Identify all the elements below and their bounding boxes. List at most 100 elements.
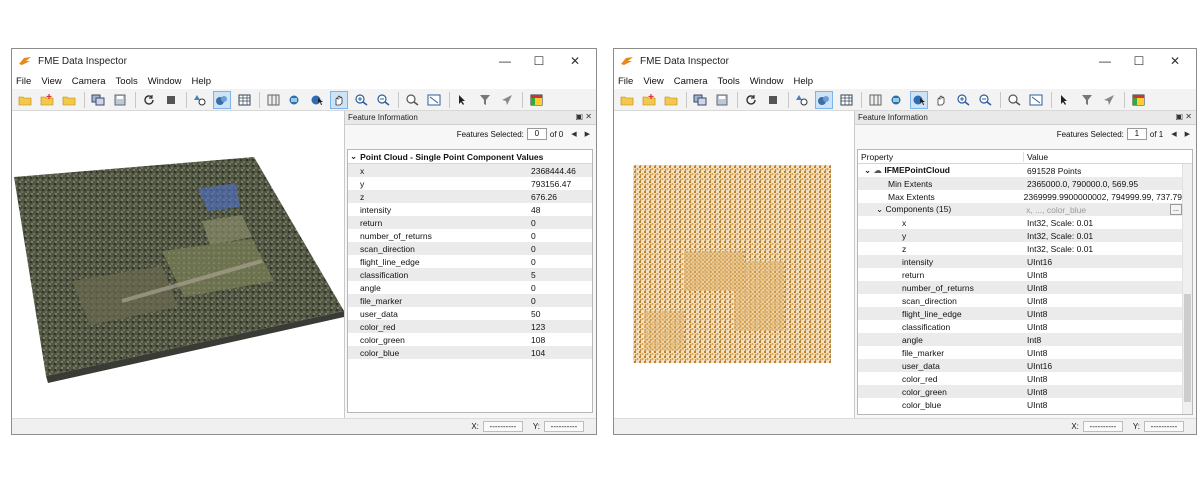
scrollbar-thumb[interactable] [1184,294,1191,402]
folder-icon[interactable] [60,91,78,109]
table-row[interactable]: user_data UInt16 [858,359,1182,372]
table-view-icon[interactable] [235,91,253,109]
table-row[interactable]: color_red 123 [348,320,592,333]
table-row[interactable]: classification UInt8 [858,320,1182,333]
save-view-icon[interactable] [713,91,731,109]
col-value-header[interactable]: Value [1024,152,1048,162]
pointer-icon[interactable] [454,91,472,109]
refresh-icon[interactable] [140,91,158,109]
table-row[interactable]: x Int32, Scale: 0.01 [858,216,1182,229]
zoom-extents-icon[interactable] [1027,91,1045,109]
columns-icon[interactable] [264,91,282,109]
pointer-icon[interactable] [1056,91,1074,109]
folder-icon[interactable] [662,91,680,109]
open-folder-icon[interactable] [618,91,636,109]
open-folder-icon[interactable] [16,91,34,109]
table-row[interactable]: scan_direction 0 [348,242,592,255]
navigate-icon[interactable] [1100,91,1118,109]
map-view-2d[interactable] [614,111,854,419]
table-row[interactable]: user_data 50 [348,307,592,320]
table-row[interactable]: return UInt8 [858,268,1182,281]
next-feature-icon[interactable]: ▶ [585,130,590,138]
table-row[interactable]: file_marker UInt8 [858,346,1182,359]
refresh-icon[interactable] [742,91,760,109]
select-tool-icon[interactable] [308,91,326,109]
components-edit-button[interactable]: ... [1170,204,1182,215]
table-row[interactable]: z 676.26 [348,190,592,203]
stop-icon[interactable] [764,91,782,109]
root-feature-row[interactable]: ⌄ ☁ IFMEPointCloud 691528 Points [858,164,1182,177]
menu-view[interactable]: View [643,76,663,87]
table-row[interactable]: number_of_returns 0 [348,229,592,242]
components-row[interactable]: ⌄ Components (15) x, ..., color_blue ... [858,203,1182,216]
table-row[interactable]: z Int32, Scale: 0.01 [858,242,1182,255]
minimize-button[interactable]: — [1088,49,1122,73]
menu-tools[interactable]: Tools [116,76,138,87]
map-view-3d[interactable] [12,111,344,419]
stop-icon[interactable] [162,91,180,109]
table-row[interactable]: y 793156.47 [348,177,592,190]
filter-icon[interactable] [1078,91,1096,109]
panel-float-close-icons[interactable]: ▣ ✕ [1176,112,1192,121]
select-tool-icon[interactable] [910,90,928,109]
pan-hand-icon[interactable] [932,91,950,109]
minimize-button[interactable]: — [488,49,522,73]
prev-feature-icon[interactable]: ◀ [1171,130,1176,138]
table-row[interactable]: return 0 [348,216,592,229]
maximize-button[interactable]: ☐ [1122,49,1156,73]
render-style-icon[interactable] [213,90,231,109]
table-row[interactable]: color_blue 104 [348,346,592,359]
table-row[interactable]: x 2368444.46 [348,164,592,177]
menu-tools[interactable]: Tools [718,76,740,87]
next-feature-icon[interactable]: ▶ [1185,130,1190,138]
menu-help[interactable]: Help [794,76,814,87]
filter-icon[interactable] [476,91,494,109]
3d-view-icon[interactable] [286,91,304,109]
min-extents-row[interactable]: Min Extents 2365000.0, 790000.0, 569.95 [858,177,1182,190]
menu-camera[interactable]: Camera [72,76,106,87]
table-row[interactable]: y Int32, Scale: 0.01 [858,229,1182,242]
menu-file[interactable]: File [16,76,31,87]
color-grid-icon[interactable] [527,91,545,109]
prev-feature-icon[interactable]: ◀ [571,130,576,138]
table-row[interactable]: file_marker 0 [348,294,592,307]
max-extents-row[interactable]: Max Extents 2369999.9900000002, 794999.9… [858,190,1182,203]
table-view-icon[interactable] [837,91,855,109]
table-row[interactable]: number_of_returns UInt8 [858,281,1182,294]
table-row[interactable]: intensity 48 [348,203,592,216]
collapse-icon[interactable]: ⌄ [350,151,357,162]
vertical-scrollbar[interactable] [1182,164,1192,414]
table-row[interactable]: flight_line_edge 0 [348,255,592,268]
save-view-icon[interactable] [111,91,129,109]
table-row[interactable]: color_green UInt8 [858,385,1182,398]
navigate-icon[interactable] [498,91,516,109]
table-row[interactable]: color_red UInt8 [858,372,1182,385]
pan-hand-icon[interactable] [330,90,348,109]
menu-window[interactable]: Window [148,76,182,87]
zoom-extents-icon[interactable] [425,91,443,109]
features-selected-input[interactable]: 0 [526,128,547,140]
menu-file[interactable]: File [618,76,633,87]
shapes-icon[interactable] [191,91,209,109]
menu-view[interactable]: View [41,76,61,87]
table-row[interactable]: classification 5 [348,268,592,281]
table-row[interactable]: intensity UInt16 [858,255,1182,268]
columns-icon[interactable] [866,91,884,109]
3d-view-icon[interactable] [888,91,906,109]
shapes-icon[interactable] [793,91,811,109]
inspect-icon[interactable] [403,91,421,109]
inspect-icon[interactable] [1005,91,1023,109]
render-style-icon[interactable] [815,90,833,109]
table-row[interactable]: angle Int8 [858,333,1182,346]
zoom-in-icon[interactable] [352,91,370,109]
copy-view-icon[interactable] [691,91,709,109]
table-row[interactable]: color_blue UInt8 [858,398,1182,411]
add-dataset-icon[interactable] [38,91,56,109]
menu-window[interactable]: Window [750,76,784,87]
close-button[interactable]: ✕ [558,49,592,73]
zoom-in-icon[interactable] [954,91,972,109]
table-row[interactable]: flight_line_edge UInt8 [858,307,1182,320]
maximize-button[interactable]: ☐ [522,49,556,73]
collapse-icon[interactable]: ⌄ [864,165,871,175]
color-grid-icon[interactable] [1129,91,1147,109]
